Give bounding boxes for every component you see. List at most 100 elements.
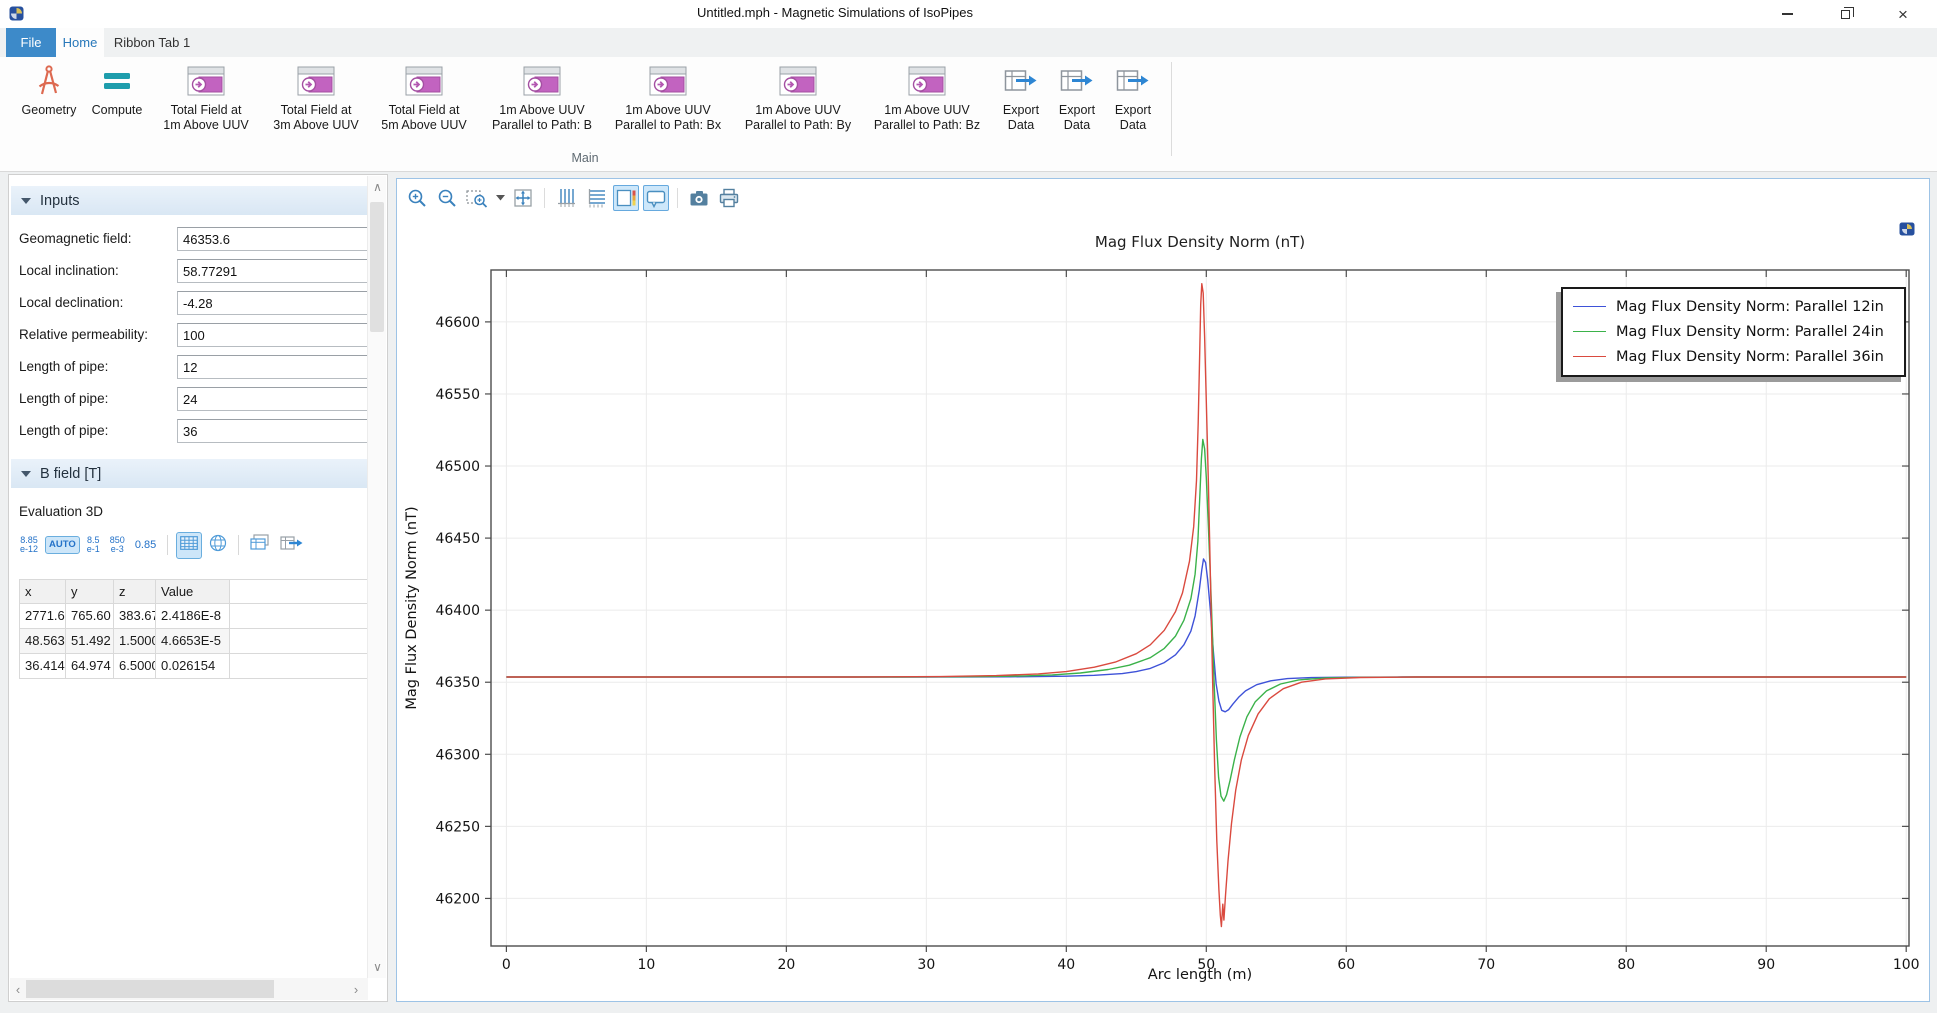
ribbon-button-label: Total Field at bbox=[281, 103, 352, 117]
scroll-right-icon[interactable]: › bbox=[348, 982, 364, 997]
chevron-down-icon bbox=[496, 195, 505, 201]
col-header-x[interactable]: x bbox=[19, 579, 66, 604]
svg-text:46350: 46350 bbox=[435, 675, 480, 691]
horizontal-scroll-thumb[interactable] bbox=[26, 980, 274, 998]
tooltip-toggle-button[interactable] bbox=[643, 185, 669, 211]
length-of-pipe-36-input[interactable] bbox=[177, 419, 369, 443]
title-bar: Untitled.mph - Magnetic Simulations of I… bbox=[0, 0, 1937, 28]
inputs-section-header[interactable]: Inputs bbox=[11, 186, 369, 215]
relative-permeability-input[interactable] bbox=[177, 323, 369, 347]
app-window: { "window": { "title": "Untitled.mph - M… bbox=[0, 0, 1937, 1013]
export-data-icon bbox=[1004, 67, 1038, 95]
col-header-z[interactable]: z bbox=[114, 579, 156, 604]
ribbon-button-total-field-1m[interactable]: Total Field at1m Above UUV bbox=[150, 61, 262, 161]
table-row[interactable]: 36.414 64.974 6.5000 0.026154 bbox=[19, 654, 376, 679]
ribbon-group-label: Main bbox=[485, 151, 685, 165]
scroll-up-icon[interactable]: ∧ bbox=[368, 180, 387, 194]
format-milli-button[interactable]: 850e-3 bbox=[106, 532, 129, 559]
print-button[interactable] bbox=[716, 185, 742, 211]
ribbon-tab-strip: File Home Ribbon Tab 1 bbox=[0, 28, 1937, 57]
tab-home[interactable]: Home bbox=[56, 28, 104, 57]
svg-text:46600: 46600 bbox=[435, 315, 480, 331]
ribbon-button-parallel-bx[interactable]: 1m Above UUVParallel to Path: Bx bbox=[604, 61, 732, 161]
horizontal-scrollbar[interactable]: ‹ › bbox=[10, 978, 368, 1000]
ribbon-button-total-field-3m[interactable]: Total Field at3m Above UUV bbox=[262, 61, 370, 161]
format-decimal-button[interactable]: 0.85 bbox=[131, 535, 160, 555]
zoom-in-button[interactable] bbox=[404, 185, 430, 211]
table-row[interactable]: 2771.6 765.60 383.67 2.4186E-8 bbox=[19, 604, 376, 629]
zoom-box-button[interactable] bbox=[464, 185, 490, 211]
copy-table-button[interactable] bbox=[246, 530, 274, 560]
col-header-y[interactable]: y bbox=[66, 579, 114, 604]
table-view-button[interactable] bbox=[176, 532, 202, 559]
legend-entry: Mag Flux Density Norm: Parallel 36in bbox=[1573, 344, 1894, 369]
col-header-value[interactable]: Value bbox=[156, 579, 230, 604]
cell-x: 2771.6 bbox=[19, 604, 66, 629]
ribbon-button-compute[interactable]: Compute bbox=[86, 61, 148, 161]
scroll-down-icon[interactable]: ∨ bbox=[368, 960, 387, 974]
tab-file[interactable]: File bbox=[6, 28, 56, 57]
legend-toggle-button[interactable] bbox=[613, 185, 639, 211]
cell-x: 48.563 bbox=[19, 629, 66, 654]
vertical-scroll-thumb[interactable] bbox=[370, 202, 384, 332]
ribbon-button-export-data-1[interactable]: ExportData bbox=[994, 61, 1048, 161]
svg-text:46400: 46400 bbox=[435, 603, 480, 619]
restore-button[interactable] bbox=[1822, 0, 1868, 28]
zoom-out-icon bbox=[436, 187, 458, 209]
cell-value: 4.6653E-5 bbox=[156, 629, 230, 654]
svg-text:10: 10 bbox=[637, 957, 655, 973]
toolbar-separator bbox=[544, 188, 545, 208]
format-auto-button[interactable]: AUTO bbox=[45, 536, 80, 554]
zoom-dropdown-button[interactable] bbox=[494, 195, 506, 201]
geomagnetic-field-input[interactable] bbox=[177, 227, 369, 251]
export-table-button[interactable] bbox=[276, 531, 308, 560]
ribbon-button-export-data-3[interactable]: ExportData bbox=[1106, 61, 1160, 161]
table-row[interactable]: 48.563 51.492 1.5000 4.6653E-5 bbox=[19, 629, 376, 654]
cell-filler bbox=[230, 604, 376, 629]
ribbon-button-parallel-by[interactable]: 1m Above UUVParallel to Path: By bbox=[734, 61, 862, 161]
collapse-triangle-icon bbox=[21, 471, 31, 477]
equals-icon bbox=[102, 69, 132, 93]
restore-icon bbox=[1841, 10, 1850, 19]
y-axis-settings-button[interactable] bbox=[583, 185, 609, 211]
zoom-extents-button[interactable] bbox=[510, 185, 536, 211]
tooltip-toggle-icon bbox=[644, 186, 668, 210]
ribbon-button-total-field-5m[interactable]: Total Field at5m Above UUV bbox=[370, 61, 478, 161]
vertical-scrollbar[interactable]: ∧ ∨ bbox=[367, 176, 386, 978]
local-inclination-input[interactable] bbox=[177, 259, 369, 283]
svg-text:46550: 46550 bbox=[435, 387, 480, 403]
zoom-out-button[interactable] bbox=[434, 185, 460, 211]
sphere-view-button[interactable] bbox=[205, 530, 231, 561]
collapse-triangle-icon bbox=[21, 198, 31, 204]
tab-ribbon-tab-1[interactable]: Ribbon Tab 1 bbox=[104, 28, 200, 57]
compass-icon bbox=[31, 63, 67, 99]
format-scientific-button[interactable]: 8.85e-12 bbox=[16, 532, 42, 559]
close-button[interactable]: × bbox=[1880, 0, 1926, 28]
cell-z: 6.5000 bbox=[114, 654, 156, 679]
minimize-button[interactable] bbox=[1764, 0, 1810, 28]
local-declination-input[interactable] bbox=[177, 291, 369, 315]
ribbon-button-export-data-2[interactable]: ExportData bbox=[1050, 61, 1104, 161]
cell-y: 765.60 bbox=[66, 604, 114, 629]
window-title: Untitled.mph - Magnetic Simulations of I… bbox=[0, 5, 1670, 20]
tab-ribbon-tab-1-label: Ribbon Tab 1 bbox=[114, 35, 190, 50]
ribbon-button-parallel-b[interactable]: 1m Above UUVParallel to Path: B bbox=[482, 61, 602, 161]
x-axis-settings-button[interactable] bbox=[553, 185, 579, 211]
bfield-section-title: B field [T] bbox=[40, 466, 101, 482]
svg-text:46300: 46300 bbox=[435, 747, 480, 763]
format-engineering-button[interactable]: 8.5e-1 bbox=[83, 532, 104, 559]
bfield-section-header[interactable]: B field [T] bbox=[11, 459, 369, 488]
ribbon-button-parallel-bz[interactable]: 1m Above UUVParallel to Path: Bz bbox=[864, 61, 990, 161]
ribbon-button-label: 1m Above UUV bbox=[884, 103, 969, 117]
zoom-in-icon bbox=[406, 187, 428, 209]
image-snapshot-button[interactable] bbox=[686, 185, 712, 211]
plot-window-icon bbox=[649, 66, 687, 96]
length-of-pipe-24-input[interactable] bbox=[177, 387, 369, 411]
ribbon-button-geometry[interactable]: Geometry bbox=[12, 61, 86, 161]
scroll-left-icon[interactable]: ‹ bbox=[10, 982, 26, 997]
table-header-row: x y z Value bbox=[19, 579, 376, 604]
svg-text:46200: 46200 bbox=[435, 891, 480, 907]
svg-text:90: 90 bbox=[1757, 957, 1775, 973]
inputs-section-title: Inputs bbox=[40, 193, 80, 209]
length-of-pipe-12-input[interactable] bbox=[177, 355, 369, 379]
